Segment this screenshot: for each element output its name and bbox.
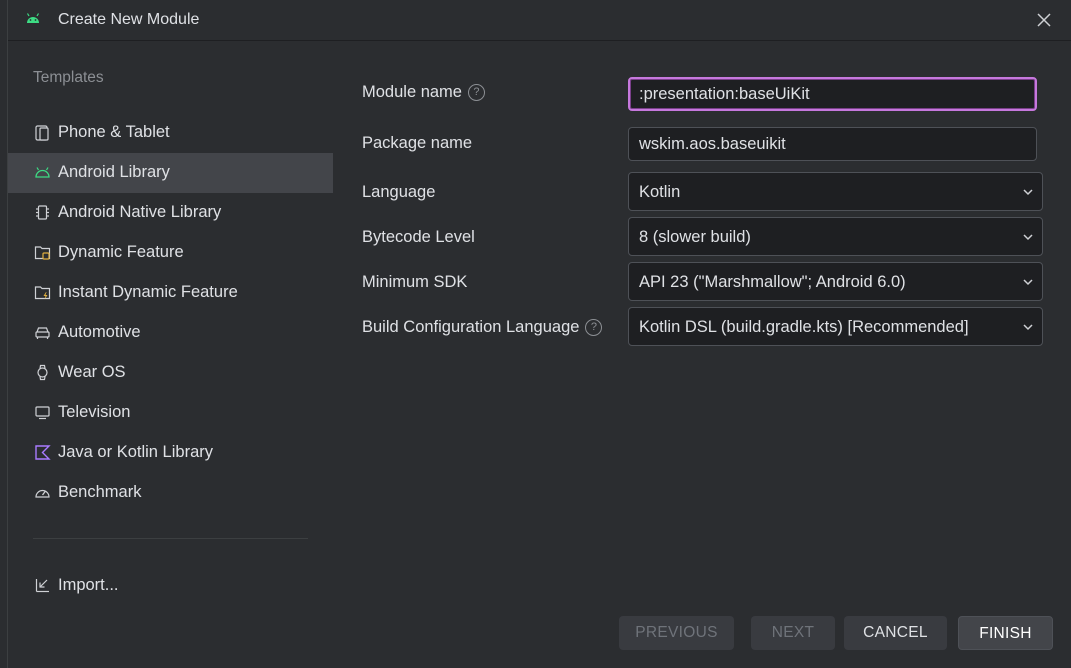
sidebar-item-label: Automotive — [58, 323, 141, 341]
language-label: Language — [362, 183, 436, 201]
sidebar-item-label: Dynamic Feature — [58, 243, 184, 261]
module-form: Module name ? Package name Language Kotl… — [333, 42, 1071, 668]
bytecode-level-select[interactable]: 8 (slower build) — [628, 217, 1043, 256]
android-icon — [35, 167, 50, 178]
sidebar-item-android-native-library[interactable]: Android Native Library — [8, 193, 333, 233]
finish-button[interactable]: FINISH — [958, 616, 1053, 650]
dynamic-feature-icon — [34, 246, 51, 260]
car-icon — [35, 327, 50, 339]
sidebar-divider — [33, 538, 308, 539]
sidebar-item-wear-os[interactable]: Wear OS — [8, 353, 333, 393]
android-icon — [26, 13, 40, 23]
bytecode-level-value: 8 (slower build) — [639, 228, 751, 246]
sidebar-item-android-library[interactable]: Android Library — [8, 153, 333, 193]
templates-header: Templates — [33, 69, 104, 86]
language-select[interactable]: Kotlin — [628, 172, 1043, 211]
watch-icon — [37, 364, 48, 381]
next-button[interactable]: NEXT — [751, 616, 835, 650]
sidebar-item-phone-tablet[interactable]: Phone & Tablet — [8, 113, 333, 153]
build-config-language-label: Build Configuration Language ? — [362, 318, 603, 337]
sidebar-item-java-kotlin-library[interactable]: Java or Kotlin Library — [8, 433, 333, 473]
import-icon — [35, 579, 49, 593]
language-value: Kotlin — [639, 183, 681, 201]
help-icon[interactable]: ? — [467, 84, 485, 101]
chevron-down-icon — [1023, 324, 1033, 331]
dialog-title: Create New Module — [58, 11, 200, 28]
build-config-language-select[interactable]: Kotlin DSL (build.gradle.kts) [Recommend… — [628, 307, 1043, 346]
phone-tablet-icon — [35, 125, 49, 141]
instant-dynamic-feature-icon — [34, 286, 51, 300]
sidebar-item-label: Android Library — [58, 163, 170, 181]
sidebar-item-label: Phone & Tablet — [58, 123, 170, 141]
minimum-sdk-select[interactable]: API 23 ("Marshmallow"; Android 6.0) — [628, 262, 1043, 301]
sidebar-item-label: Java or Kotlin Library — [58, 443, 213, 461]
build-config-language-value: Kotlin DSL (build.gradle.kts) [Recommend… — [639, 318, 969, 336]
gauge-icon — [35, 489, 50, 498]
previous-button[interactable]: PREVIOUS — [619, 616, 734, 650]
chevron-down-icon — [1023, 189, 1033, 196]
package-name-label: Package name — [362, 134, 473, 152]
chevron-down-icon — [1023, 234, 1033, 241]
sidebar-item-television[interactable]: Television — [8, 393, 333, 433]
sidebar-item-dynamic-feature[interactable]: Dynamic Feature — [8, 233, 333, 273]
help-icon[interactable]: ? — [585, 319, 603, 336]
bytecode-level-label: Bytecode Level — [362, 228, 475, 246]
minimum-sdk-label: Minimum SDK — [362, 273, 468, 291]
import-link[interactable]: Import... — [8, 566, 333, 606]
module-name-label: Module name ? — [362, 83, 485, 102]
import-label: Import... — [58, 576, 119, 594]
title-bar: Create New Module — [8, 0, 1071, 41]
sidebar-item-instant-dynamic-feature[interactable]: Instant Dynamic Feature — [8, 273, 333, 313]
chevron-down-icon — [1023, 279, 1033, 286]
create-module-dialog: Create New Module Templates Phone & Tabl… — [7, 0, 1071, 668]
sidebar-item-label: Android Native Library — [58, 203, 222, 221]
minimum-sdk-value: API 23 ("Marshmallow"; Android 6.0) — [639, 273, 906, 291]
module-name-input[interactable] — [628, 77, 1037, 111]
tv-icon — [35, 406, 50, 420]
sidebar-item-label: Instant Dynamic Feature — [58, 283, 238, 301]
chip-icon — [36, 205, 49, 220]
close-icon[interactable] — [1034, 10, 1054, 30]
sidebar-item-benchmark[interactable]: Benchmark — [8, 473, 333, 513]
cancel-button[interactable]: CANCEL — [844, 616, 947, 650]
sidebar-item-automotive[interactable]: Automotive — [8, 313, 333, 353]
templates-sidebar: Templates Phone & Tablet Android Library — [8, 42, 333, 668]
package-name-input[interactable] — [628, 127, 1037, 161]
sidebar-item-label: Television — [58, 403, 131, 421]
sidebar-item-label: Benchmark — [58, 483, 142, 501]
sidebar-item-label: Wear OS — [58, 363, 126, 381]
kotlin-icon — [35, 445, 51, 460]
